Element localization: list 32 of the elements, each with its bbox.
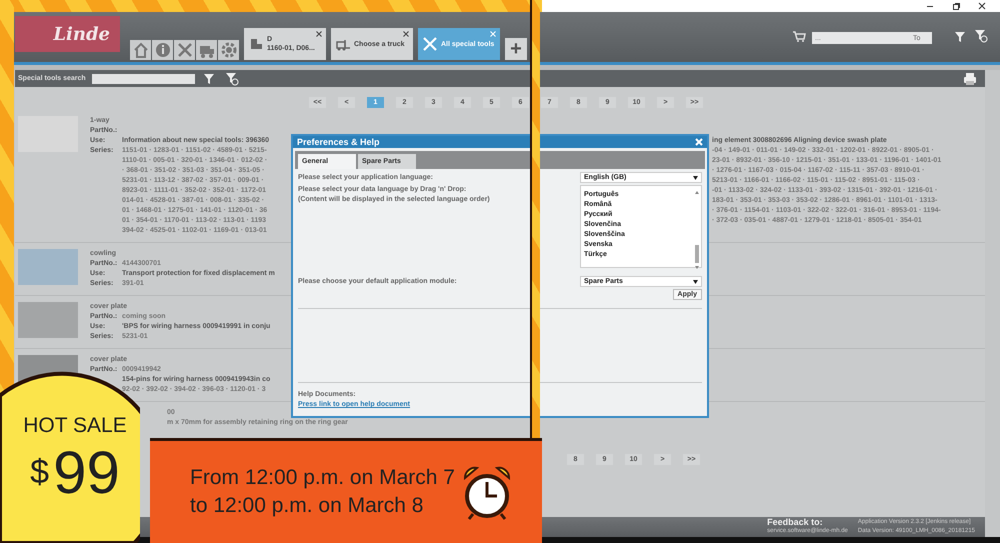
tools-button[interactable] [174,40,195,60]
filter-icon[interactable] [202,72,215,84]
dropdown-arrow-icon [693,280,698,284]
home-icon [132,41,150,59]
info-icon [154,41,172,59]
logo: Linde [15,16,120,52]
dropdown-arrow-icon [693,176,698,180]
photo-placeholder [18,249,78,285]
settings-button[interactable] [218,40,239,60]
maximize-icon[interactable] [952,2,960,10]
info-button[interactable] [152,40,173,60]
promo-text: to 12:00 p.m. on March 8 [190,493,424,519]
add-tab-button[interactable]: + [505,38,527,60]
clear-filter-icon[interactable] [224,72,239,86]
clear-filter-icon[interactable] [974,29,988,43]
filter-icon[interactable] [954,31,966,43]
search-input[interactable] [92,74,195,84]
printer-icon[interactable] [963,72,977,84]
cart-icon[interactable] [792,30,806,42]
badge-title: HOT SALE [23,414,127,438]
gear-icon [220,41,238,59]
close-icon[interactable] [978,2,986,10]
photo-placeholder [18,302,78,338]
promo-text: From 12:00 p.m. on March 7 [190,465,455,491]
close-icon[interactable] [403,31,409,37]
home-button[interactable] [130,40,151,60]
price: 99 [53,438,120,507]
close-icon[interactable] [316,31,322,37]
currency-symbol: $ [30,453,50,492]
truck-button[interactable] [196,40,217,60]
dialog-title: Preferences & Help [297,137,380,147]
feedback-label: Feedback to: [767,518,824,527]
